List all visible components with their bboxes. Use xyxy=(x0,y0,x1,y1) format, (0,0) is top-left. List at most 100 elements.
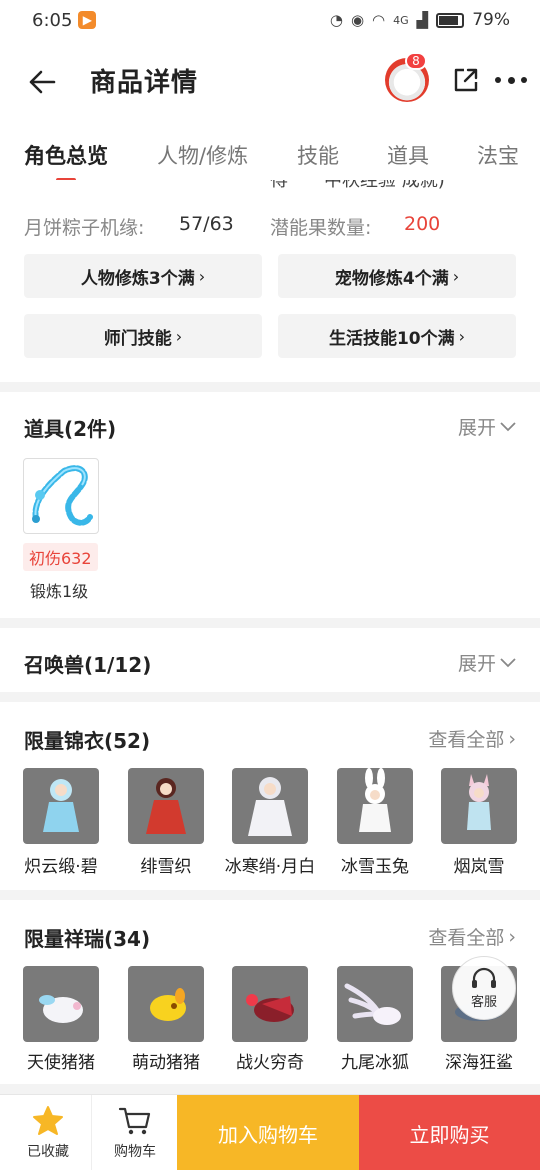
overview-section: 得 中秋经验 成就) 月饼粽子机缘: 57/63 潜能果数量: 200 人物修炼… xyxy=(0,180,540,382)
pets-expand-button[interactable]: 展开 xyxy=(458,649,516,676)
view-all-label: 查看全部 xyxy=(428,927,505,949)
pill-label: 宠物修炼4个满 xyxy=(334,268,449,289)
fox-mount-icon xyxy=(344,983,401,1025)
share-button[interactable] xyxy=(452,66,480,94)
app-header: 商品详情 8 xyxy=(0,40,540,120)
chevron-down-icon xyxy=(500,657,516,667)
outfits-row: 炽云缎·碧 绯雪织 冰寒绡·月白 冰雪玉兔 烟岚雪 xyxy=(0,768,540,878)
more-options-button[interactable] xyxy=(495,68,527,92)
mount-thumb[interactable] xyxy=(128,966,204,1042)
view-all-label: 查看全部 xyxy=(428,729,505,751)
cart-label: 购物车 xyxy=(114,1144,156,1160)
app-notification-icon: ▶ xyxy=(78,11,97,29)
signal-icon: ▟ xyxy=(416,11,429,29)
mounts-section-title: 限量祥瑞(34) xyxy=(24,927,151,951)
wifi-icon: ◠ xyxy=(372,11,386,29)
network-type: 4G xyxy=(393,13,409,27)
outfit-name: 烟岚雪 xyxy=(453,857,505,877)
tab-skills[interactable]: 技能 xyxy=(297,140,339,170)
battery-percent: 79% xyxy=(472,10,510,30)
chevron-right-icon: › xyxy=(508,727,516,750)
buy-now-button[interactable]: 立即购买 xyxy=(359,1095,540,1170)
potential-fruit-value: 200 xyxy=(404,213,441,235)
favorite-button[interactable]: 已收藏 xyxy=(4,1095,92,1170)
character-figure-icon xyxy=(359,768,391,832)
pet-cultivation-button[interactable]: 宠物修炼4个满 › xyxy=(278,254,516,298)
page-title: 商品详情 xyxy=(90,68,199,98)
service-label: 客服 xyxy=(470,994,497,1010)
pig-mount-icon xyxy=(39,995,83,1023)
cart-button[interactable]: 购物车 xyxy=(91,1095,179,1170)
outfits-section: 限量锦衣(52) 查看全部 › 炽云缎·碧 绯雪织 冰寒绡·月白 冰雪玉兔 烟岚… xyxy=(0,702,540,890)
tab-treasure[interactable]: 法宝 xyxy=(477,140,519,170)
back-button[interactable] xyxy=(22,62,62,102)
chevron-right-icon: › xyxy=(175,326,183,346)
character-figure-icon xyxy=(467,774,491,830)
character-cultivation-button[interactable]: 人物修炼3个满 › xyxy=(24,254,262,298)
beast-mount-icon xyxy=(246,994,294,1022)
outfit-thumb[interactable] xyxy=(23,768,99,844)
mooncake-label: 月饼粽子机缘: xyxy=(24,217,145,239)
mount-thumb[interactable] xyxy=(337,966,413,1042)
potential-fruit-label: 潜能果数量: xyxy=(270,217,372,239)
pig-mount-icon xyxy=(150,988,186,1021)
mount-thumb[interactable] xyxy=(23,966,99,1042)
favorite-label: 已收藏 xyxy=(27,1144,69,1160)
mount-name: 九尾冰狐 xyxy=(341,1053,409,1073)
tab-overview[interactable]: 角色总览 xyxy=(24,140,108,170)
chevron-right-icon: › xyxy=(458,326,466,346)
outfit-name: 冰寒绡·月白 xyxy=(224,857,316,877)
star-icon xyxy=(33,1106,63,1135)
back-arrow-icon xyxy=(29,70,56,94)
mooncake-value: 57/63 xyxy=(179,213,234,235)
character-figure-icon xyxy=(248,777,292,836)
chevron-right-icon: › xyxy=(508,925,516,948)
items-section: 道具(2件) 展开 初伤632 锻炼1级 xyxy=(0,392,540,618)
customer-service-button[interactable]: 客服 xyxy=(452,956,516,1020)
expand-label: 展开 xyxy=(457,653,496,675)
chevron-right-icon: › xyxy=(198,266,206,286)
items-section-title: 道具(2件) xyxy=(24,417,117,441)
pill-label: 人物修炼3个满 xyxy=(80,268,195,289)
more-dot-icon xyxy=(495,77,501,83)
chain-weapon-icon xyxy=(32,465,93,526)
outfit-name: 绯雪织 xyxy=(140,857,192,877)
outfit-thumb[interactable] xyxy=(232,768,308,844)
pets-section-title: 召唤兽(1/12) xyxy=(24,653,152,677)
tab-items[interactable]: 道具 xyxy=(387,140,429,170)
sect-skills-button[interactable]: 师门技能 › xyxy=(24,314,262,358)
status-bar: 6:05 ▶ ◔ ◉ ◠ 4G ▟ 79% xyxy=(0,0,540,40)
mount-thumb[interactable] xyxy=(232,966,308,1042)
pill-label: 师门技能 xyxy=(103,328,172,349)
life-skills-button[interactable]: 生活技能10个满 › xyxy=(278,314,516,358)
eye-icon: ◉ xyxy=(350,11,365,29)
outfit-thumb[interactable] xyxy=(337,768,413,844)
chevron-down-icon xyxy=(500,421,516,431)
mount-name: 天使猪猪 xyxy=(27,1053,95,1073)
shopping-cart-icon xyxy=(118,1107,151,1135)
mounts-view-all-button[interactable]: 查看全部 › xyxy=(428,923,516,950)
status-time: 6:05 xyxy=(32,9,73,31)
bottom-action-bar: 已收藏 购物车 加入购物车 立即购买 xyxy=(0,1094,540,1170)
add-to-cart-button[interactable]: 加入购物车 xyxy=(177,1095,359,1170)
outfit-thumb[interactable] xyxy=(128,768,204,844)
more-dot-icon xyxy=(507,76,515,84)
chevron-right-icon: › xyxy=(452,266,460,286)
more-dot-icon xyxy=(521,77,527,83)
item-damage-tag: 初伤632 xyxy=(23,543,98,571)
outfit-thumb[interactable] xyxy=(441,768,517,844)
headset-icon xyxy=(472,967,496,988)
items-expand-button[interactable]: 展开 xyxy=(458,413,516,440)
tab-character[interactable]: 人物/修炼 xyxy=(157,140,248,170)
outfit-name: 炽云缎·碧 xyxy=(24,857,98,877)
character-figure-icon xyxy=(146,778,186,834)
mount-name: 深海狂鲨 xyxy=(445,1053,513,1073)
outfit-name: 冰雪玉兔 xyxy=(341,857,409,877)
expand-label: 展开 xyxy=(457,417,496,439)
item-thumbnail[interactable] xyxy=(23,458,99,534)
speed-icon: ◔ xyxy=(329,11,343,29)
character-figure-icon xyxy=(43,779,79,832)
mount-name: 萌动猪猪 xyxy=(132,1053,200,1073)
tab-bar: 角色总览 人物/修炼 技能 道具 法宝 xyxy=(0,120,540,180)
outfits-view-all-button[interactable]: 查看全部 › xyxy=(428,725,516,752)
